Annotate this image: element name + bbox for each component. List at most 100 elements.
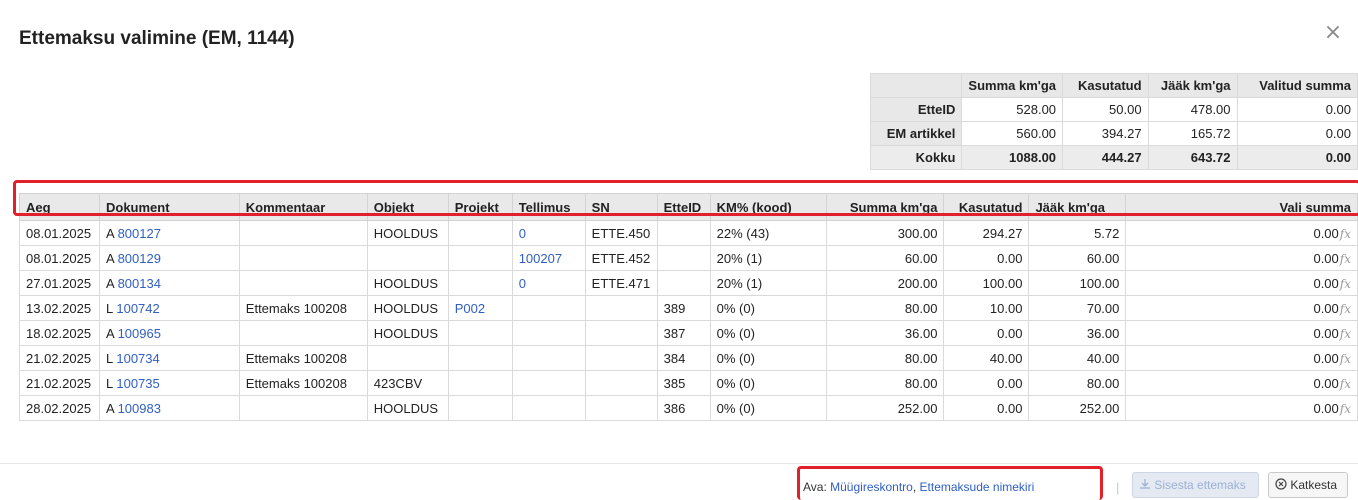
document-link[interactable]: 100965 xyxy=(118,326,161,341)
cell-summa: 300.00 xyxy=(825,220,945,246)
cell-dokument: L 100735 xyxy=(98,370,240,396)
cell-etteid: 387 xyxy=(656,320,711,346)
order-link[interactable]: 100207 xyxy=(519,251,562,266)
formula-icon[interactable]: fx xyxy=(1340,277,1351,291)
document-link[interactable]: 100734 xyxy=(116,351,159,366)
cell-etteid: 389 xyxy=(656,295,711,321)
formula-icon[interactable]: fx xyxy=(1340,327,1351,341)
cell-tellimus xyxy=(511,370,586,396)
document-link[interactable]: 100742 xyxy=(116,301,159,316)
cell-sn xyxy=(584,395,658,421)
column-header-etteid[interactable]: EtteID xyxy=(656,193,711,221)
table-row[interactable]: 27.01.2025 A 800134 HOOLDUS 0 ETTE.471 20% (1… xyxy=(19,270,1358,296)
table-row[interactable]: 13.02.2025 L 100742 Ettemaks 100208 HOOLDUS… xyxy=(19,295,1358,321)
column-header-kommentaar[interactable]: Kommentaar xyxy=(238,193,368,221)
link-ettemaksude-nimekiri[interactable]: Ettemaksude nimekiri xyxy=(920,480,1035,494)
cell-sn xyxy=(584,320,658,346)
cell-vali-summa[interactable]: 0.00fx xyxy=(1125,395,1358,421)
selected-amount-input[interactable]: 0.00 xyxy=(1313,376,1338,391)
column-header-kasutatud[interactable]: Kasutatud xyxy=(943,193,1030,221)
cell-vali-summa[interactable]: 0.00fx xyxy=(1125,245,1358,271)
cell-vali-summa[interactable]: 0.00fx xyxy=(1125,345,1358,371)
column-header-km[interactable]: KM% (kood) xyxy=(709,193,827,221)
column-header-jaak[interactable]: Jääk km'ga xyxy=(1028,193,1127,221)
cell-aeg: 21.02.2025 xyxy=(19,370,100,396)
document-link[interactable]: 800127 xyxy=(118,226,161,241)
cell-km: 0% (0) xyxy=(709,320,827,346)
column-header-projekt[interactable]: Projekt xyxy=(447,193,513,221)
table-row[interactable]: 21.02.2025 L 100735 Ettemaks 100208 423CBV 3… xyxy=(19,370,1358,396)
formula-icon[interactable]: fx xyxy=(1340,252,1351,266)
cell-summa: 80.00 xyxy=(825,295,945,321)
table-row[interactable]: 08.01.2025 A 800127 HOOLDUS 0 ETTE.450 22% (4… xyxy=(19,220,1358,246)
footer-separator: | xyxy=(1116,480,1120,495)
cell-vali-summa[interactable]: 0.00fx xyxy=(1125,295,1358,321)
summary-jaak: 478.00 xyxy=(1147,97,1238,122)
cell-km: 0% (0) xyxy=(709,370,827,396)
cell-jaak: 80.00 xyxy=(1028,370,1127,396)
circle-x-icon xyxy=(1275,478,1287,490)
summary-kasutatud: 50.00 xyxy=(1062,97,1149,122)
cell-vali-summa[interactable]: 0.00fx xyxy=(1125,270,1358,296)
cell-tellimus xyxy=(511,295,586,321)
formula-icon[interactable]: fx xyxy=(1340,402,1351,416)
close-icon[interactable]: × xyxy=(1322,22,1344,44)
cell-summa: 36.00 xyxy=(825,320,945,346)
table-row[interactable]: 08.01.2025 A 800129 100207 ETTE.452 20% (1) 6… xyxy=(19,245,1358,271)
column-header-objekt[interactable]: Objekt xyxy=(366,193,449,221)
selected-amount-input[interactable]: 0.00 xyxy=(1313,351,1338,366)
summary-header-valitud: Valitud summa xyxy=(1236,73,1358,98)
selected-amount-input[interactable]: 0.00 xyxy=(1313,401,1338,416)
selected-amount-input[interactable]: 0.00 xyxy=(1313,226,1338,241)
column-header-aeg[interactable]: Aeg xyxy=(19,193,100,221)
cell-dokument: L 100742 xyxy=(98,295,240,321)
summary-header-kasutatud: Kasutatud xyxy=(1062,73,1149,98)
column-header-tellimus[interactable]: Tellimus xyxy=(511,193,586,221)
document-link[interactable]: 100983 xyxy=(118,401,161,416)
column-header-summa[interactable]: Summa km'ga xyxy=(825,193,945,221)
cell-objekt: HOOLDUS xyxy=(366,270,449,296)
cell-vali-summa[interactable]: 0.00fx xyxy=(1125,370,1358,396)
cell-vali-summa[interactable]: 0.00fx xyxy=(1125,320,1358,346)
selected-amount-input[interactable]: 0.00 xyxy=(1313,326,1338,341)
open-links: Ava: Müügireskontro, Ettemaksude nimekir… xyxy=(803,480,1034,494)
selected-amount-input[interactable]: 0.00 xyxy=(1313,276,1338,291)
table-row[interactable]: 18.02.2025 A 100965 HOOLDUS 387 0% (0) 36.00 0… xyxy=(19,320,1358,346)
summary-summa: 560.00 xyxy=(961,121,1064,146)
prepayment-table: Aeg Dokument Kommentaar Objekt Projekt T… xyxy=(19,193,1358,421)
formula-icon[interactable]: fx xyxy=(1340,377,1351,391)
cell-projekt xyxy=(447,220,513,246)
cell-vali-summa[interactable]: 0.00fx xyxy=(1125,220,1358,246)
insert-prepayment-button[interactable]: Sisesta ettemaks xyxy=(1132,472,1259,498)
summary-jaak: 643.72 xyxy=(1147,145,1238,170)
column-header-sn[interactable]: SN xyxy=(584,193,658,221)
formula-icon[interactable]: fx xyxy=(1340,227,1351,241)
document-link[interactable]: 800134 xyxy=(118,276,161,291)
order-link[interactable]: 0 xyxy=(519,276,526,291)
selected-amount-input[interactable]: 0.00 xyxy=(1313,251,1338,266)
cell-jaak: 5.72 xyxy=(1028,220,1127,246)
cell-kasutatud: 0.00 xyxy=(943,370,1030,396)
order-link[interactable]: 0 xyxy=(519,226,526,241)
table-row[interactable]: 28.02.2025 A 100983 HOOLDUS 386 0% (0) 252.00… xyxy=(19,395,1358,421)
formula-icon[interactable]: fx xyxy=(1340,302,1351,316)
column-header-vali-summa[interactable]: Vali summa xyxy=(1125,193,1358,221)
formula-icon[interactable]: fx xyxy=(1340,352,1351,366)
cell-projekt xyxy=(447,320,513,346)
cell-kasutatud: 100.00 xyxy=(943,270,1030,296)
cell-sn: ETTE.471 xyxy=(584,270,658,296)
cell-tellimus: 0 xyxy=(511,270,586,296)
selected-amount-input[interactable]: 0.00 xyxy=(1313,301,1338,316)
summary-header-jaak: Jääk km'ga xyxy=(1147,73,1238,98)
cancel-button[interactable]: Katkesta xyxy=(1268,472,1348,498)
cell-tellimus xyxy=(511,345,586,371)
link-muugireskontro[interactable]: Müügireskontro xyxy=(830,480,913,494)
table-row[interactable]: 21.02.2025 L 100734 Ettemaks 100208 384 0% (… xyxy=(19,345,1358,371)
document-link[interactable]: 100735 xyxy=(116,376,159,391)
document-link[interactable]: 800129 xyxy=(118,251,161,266)
project-link[interactable]: P002 xyxy=(455,301,485,316)
summary-row-label: EtteID xyxy=(869,97,963,122)
cell-aeg: 18.02.2025 xyxy=(19,320,100,346)
cell-jaak: 40.00 xyxy=(1028,345,1127,371)
column-header-dokument[interactable]: Dokument xyxy=(98,193,240,221)
